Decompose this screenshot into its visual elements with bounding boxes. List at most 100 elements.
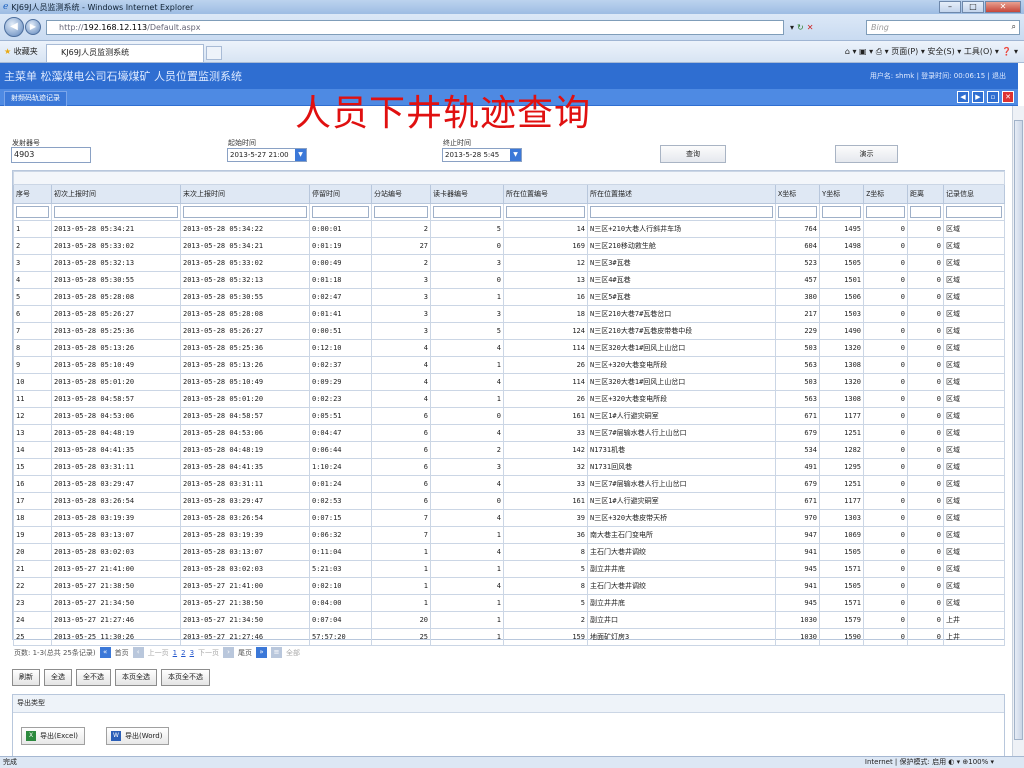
column-filter-input[interactable] [183, 206, 307, 218]
all-pages-link[interactable]: 全部 [286, 648, 300, 658]
select-page-button[interactable]: 本页全选 [115, 669, 157, 686]
print-icon[interactable]: ⎙ ▾ [876, 47, 892, 56]
table-row[interactable]: 24 2013-05-27 21:27:46 2013-05-27 21:34:50… [13, 611, 1006, 629]
refresh-icon[interactable]: ↻ [797, 23, 804, 32]
column-header[interactable]: Y坐标 [819, 184, 864, 204]
column-header[interactable]: 读卡器编号 [430, 184, 504, 204]
table-row[interactable]: 20 2013-05-28 03:02:03 2013-05-28 03:13:07… [13, 543, 1006, 561]
column-filter-input[interactable] [433, 206, 501, 218]
table-row[interactable]: 11 2013-05-28 04:58:57 2013-05-28 05:01:20… [13, 390, 1006, 408]
column-header[interactable]: 末次上报时间 [180, 184, 310, 204]
maximize-button[interactable]: □ [962, 1, 984, 13]
refresh-button[interactable]: 刷新 [12, 669, 40, 686]
feeds-icon[interactable]: ▣ ▾ [859, 47, 876, 56]
vertical-scrollbar[interactable] [1012, 106, 1024, 756]
scrollbar-thumb[interactable] [1014, 120, 1023, 740]
table-row[interactable]: 2 2013-05-28 05:33:02 2013-05-28 05:34:21 0… [13, 237, 1006, 255]
table-row[interactable]: 8 2013-05-28 05:13:26 2013-05-28 05:25:36 0… [13, 339, 1006, 357]
table-row[interactable]: 15 2013-05-28 03:31:11 2013-05-28 04:41:35… [13, 458, 1006, 476]
column-filter-input[interactable] [778, 206, 817, 218]
column-header[interactable]: 序号 [13, 184, 52, 204]
restore-icon[interactable]: ▫ [987, 91, 999, 103]
forward-button[interactable]: ▶ [25, 19, 41, 35]
address-input[interactable]: http://192.168.12.113/Default.aspx [46, 20, 784, 35]
table-row[interactable]: 10 2013-05-28 05:01:20 2013-05-28 05:10:49… [13, 373, 1006, 391]
page-link-3[interactable]: 3 [190, 649, 194, 657]
table-row[interactable]: 23 2013-05-27 21:34:50 2013-05-27 21:38:50… [13, 594, 1006, 612]
stop-icon[interactable]: ✕ [807, 23, 814, 32]
table-row[interactable]: 1 2013-05-28 05:34:21 2013-05-28 05:34:22 0… [13, 220, 1006, 238]
table-row[interactable]: 9 2013-05-28 05:10:49 2013-05-28 05:13:26 0… [13, 356, 1006, 374]
table-row[interactable]: 17 2013-05-28 03:26:54 2013-05-28 03:29:47… [13, 492, 1006, 510]
user-info[interactable]: 用户名: shmk | 登录时间: 00:06:15 | 退出 [870, 71, 1006, 81]
column-filter-input[interactable] [374, 206, 428, 218]
column-filter-input[interactable] [866, 206, 905, 218]
select-all-button[interactable]: 全选 [44, 669, 72, 686]
minimize-button[interactable]: – [939, 1, 961, 13]
first-page-icon[interactable]: « [99, 647, 111, 658]
table-row[interactable]: 3 2013-05-28 05:32:13 2013-05-28 05:33:02 0… [13, 254, 1006, 272]
tab-trajectory-records[interactable]: 射频码轨迹记录 [4, 91, 67, 106]
search-icon[interactable]: ⌕ [1012, 22, 1016, 32]
new-tab-button[interactable] [206, 46, 222, 60]
close-window-button[interactable]: ✕ [985, 1, 1021, 13]
table-row[interactable]: 18 2013-05-28 03:19:39 2013-05-28 03:26:54… [13, 509, 1006, 527]
column-header[interactable]: 距离 [907, 184, 944, 204]
search-input[interactable]: Bing [866, 20, 1020, 35]
next-page-icon[interactable]: › [223, 647, 235, 658]
table-row[interactable]: 22 2013-05-27 21:38:50 2013-05-27 21:41:00… [13, 577, 1006, 595]
last-page-icon[interactable]: » [256, 647, 268, 658]
table-row[interactable]: 19 2013-05-28 03:13:07 2013-05-28 03:19:39… [13, 526, 1006, 544]
column-header[interactable]: 所在位置编号 [503, 184, 588, 204]
card-input[interactable]: 4903 [11, 147, 91, 163]
back-button[interactable]: ◀ [4, 17, 24, 37]
table-row[interactable]: 13 2013-05-28 04:48:19 2013-05-28 04:53:06… [13, 424, 1006, 442]
column-header[interactable]: 分站编号 [371, 184, 431, 204]
column-header[interactable]: 停留时间 [309, 184, 372, 204]
page-link-2[interactable]: 2 [181, 649, 185, 657]
column-filter-input[interactable] [312, 206, 369, 218]
column-filter-input[interactable] [590, 206, 773, 218]
column-filter-input[interactable] [822, 206, 861, 218]
table-row[interactable]: 25 2013-05-25 11:30:26 2013-05-27 21:27:46… [13, 628, 1006, 646]
home-icon[interactable]: ⌂ ▾ [845, 47, 859, 56]
command-bar[interactable]: ⌂ ▾ ▣ ▾ ⎙ ▾ 页面(P) ▾ 安全(S) ▾ 工具(O) ▾ ❓ ▾ [845, 46, 1018, 57]
column-filter-input[interactable] [910, 206, 941, 218]
help-icon[interactable]: ❓ ▾ [1001, 47, 1018, 56]
start-time-select[interactable]: 2013-5-27 21:00 ▼ [227, 148, 307, 162]
query-button[interactable]: 查询 [660, 145, 726, 163]
next-page-link[interactable]: 下一页 [198, 648, 219, 658]
column-header[interactable]: Z坐标 [863, 184, 908, 204]
deselect-page-button[interactable]: 本页全不选 [161, 669, 210, 686]
column-header[interactable]: X坐标 [775, 184, 820, 204]
table-row[interactable]: 6 2013-05-28 05:26:27 2013-05-28 05:28:08 0… [13, 305, 1006, 323]
browser-tab[interactable]: KJ69J人员监测系统 [46, 44, 204, 62]
column-header[interactable]: 记录信息 [942, 184, 1006, 204]
deselect-all-button[interactable]: 全不选 [76, 669, 111, 686]
last-page-link[interactable]: 尾页 [238, 648, 252, 658]
table-row[interactable]: 14 2013-05-28 04:41:35 2013-05-28 04:48:19… [13, 441, 1006, 459]
column-filter-input[interactable] [506, 206, 585, 218]
all-pages-icon[interactable]: ≡ [271, 647, 283, 658]
next-tab-icon[interactable]: ▶ [972, 91, 984, 103]
page-link-1[interactable]: 1 [173, 649, 177, 657]
column-filter-input[interactable] [16, 206, 49, 218]
column-header[interactable]: 初次上报时间 [51, 184, 181, 204]
table-row[interactable]: 4 2013-05-28 05:30:55 2013-05-28 05:32:13 0… [13, 271, 1006, 289]
show-button[interactable]: 演示 [835, 145, 898, 163]
first-page-link[interactable]: 首页 [115, 648, 129, 658]
table-row[interactable]: 12 2013-05-28 04:53:06 2013-05-28 04:58:57… [13, 407, 1006, 425]
close-tab-icon[interactable]: ✕ [1002, 91, 1014, 103]
table-row[interactable]: 7 2013-05-28 05:25:36 2013-05-28 05:26:27 0… [13, 322, 1006, 340]
dropdown-arrow-icon[interactable]: ▾ [790, 23, 794, 32]
export-excel-button[interactable]: X 导出(Excel) [21, 727, 86, 745]
end-time-select[interactable]: 2013-5-28 5:45 ▼ [442, 148, 522, 162]
column-header[interactable]: 所在位置描述 [587, 184, 776, 204]
export-word-button[interactable]: W 导出(Word) [106, 727, 170, 745]
column-filter-input[interactable] [946, 206, 1003, 218]
column-filter-input[interactable] [54, 206, 178, 218]
table-row[interactable]: 21 2013-05-27 21:41:00 2013-05-28 03:02:03… [13, 560, 1006, 578]
favorites-button[interactable]: ★ 收藏夹 [4, 46, 38, 57]
table-row[interactable]: 16 2013-05-28 03:29:47 2013-05-28 03:31:11… [13, 475, 1006, 493]
prev-tab-icon[interactable]: ◀ [957, 91, 969, 103]
